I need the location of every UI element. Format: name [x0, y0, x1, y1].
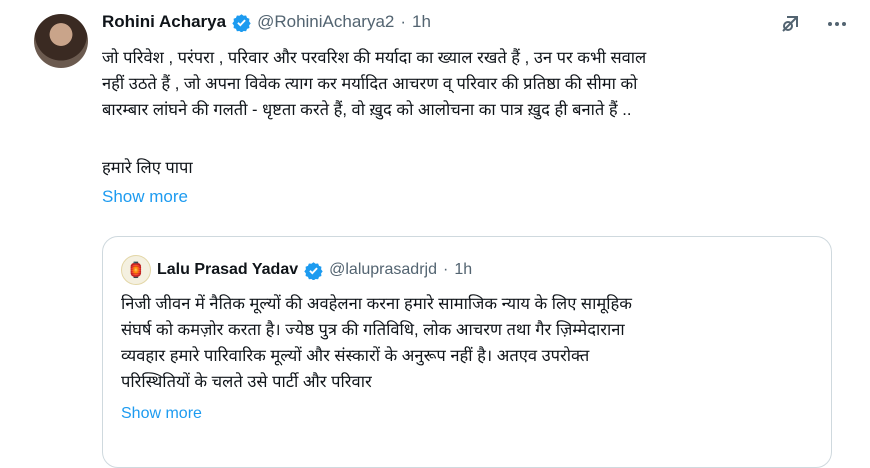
- quote-line: संघर्ष को कमज़ोर करता है। ज्येष्ठ पुत्र …: [121, 321, 625, 339]
- quote-timestamp[interactable]: 1h: [454, 261, 472, 279]
- separator-dot: ·: [400, 12, 407, 31]
- tweet-line: जो परिवेश , परंपरा , परिवार और परवरिश की…: [102, 49, 647, 67]
- timestamp[interactable]: 1h: [412, 12, 431, 32]
- separator-dot: ·: [442, 261, 449, 278]
- tweet-line: बारम्बार लांघने की गलती - धृष्टता करते ह…: [102, 101, 632, 119]
- tweet: Rohini Acharya @RohiniAcharya2 · 1h जो प…: [0, 0, 870, 468]
- quote-author-handle[interactable]: @laluprasadrjd: [329, 261, 437, 279]
- tweet-signoff: हमारे लिए पापा: [102, 159, 193, 177]
- quote-author-name[interactable]: Lalu Prasad Yadav: [157, 261, 298, 279]
- verified-badge-icon: [304, 261, 323, 280]
- avatar[interactable]: [34, 14, 88, 68]
- show-more-link[interactable]: Show more: [102, 187, 188, 207]
- quote-line: निजी जीवन में नैतिक मूल्यों की अवहेलना क…: [121, 295, 632, 313]
- more-options-icon[interactable]: [826, 14, 848, 38]
- quote-show-more-link[interactable]: Show more: [121, 405, 202, 423]
- author-handle[interactable]: @RohiniAcharya2: [257, 12, 394, 32]
- tweet-header: Rohini Acharya @RohiniAcharya2 · 1h: [102, 12, 431, 32]
- quoted-tweet[interactable]: 🏮 Lalu Prasad Yadav @laluprasadrjd · 1h …: [102, 236, 832, 468]
- lantern-logo-icon[interactable]: 🏮: [121, 255, 151, 285]
- tweet-actions: [780, 14, 848, 38]
- tweet-body: जो परिवेश , परंपरा , परिवार और परवरिश की…: [102, 45, 842, 123]
- quote-header: 🏮 Lalu Prasad Yadav @laluprasadrjd · 1h: [121, 255, 472, 285]
- tweet-line: नहीं उठते हैं , जो अपना विवेक त्याग कर म…: [102, 75, 638, 93]
- author-name[interactable]: Rohini Acharya: [102, 12, 226, 32]
- grok-icon[interactable]: [780, 14, 800, 38]
- quote-body: निजी जीवन में नैतिक मूल्यों की अवहेलना क…: [121, 291, 821, 395]
- quote-line: परिस्थितियों के चलते उसे पार्टी और परिवा…: [121, 373, 372, 391]
- verified-badge-icon: [232, 13, 251, 32]
- quote-line: व्यवहार हमारे पारिवारिक मूल्यों और संस्क…: [121, 347, 590, 365]
